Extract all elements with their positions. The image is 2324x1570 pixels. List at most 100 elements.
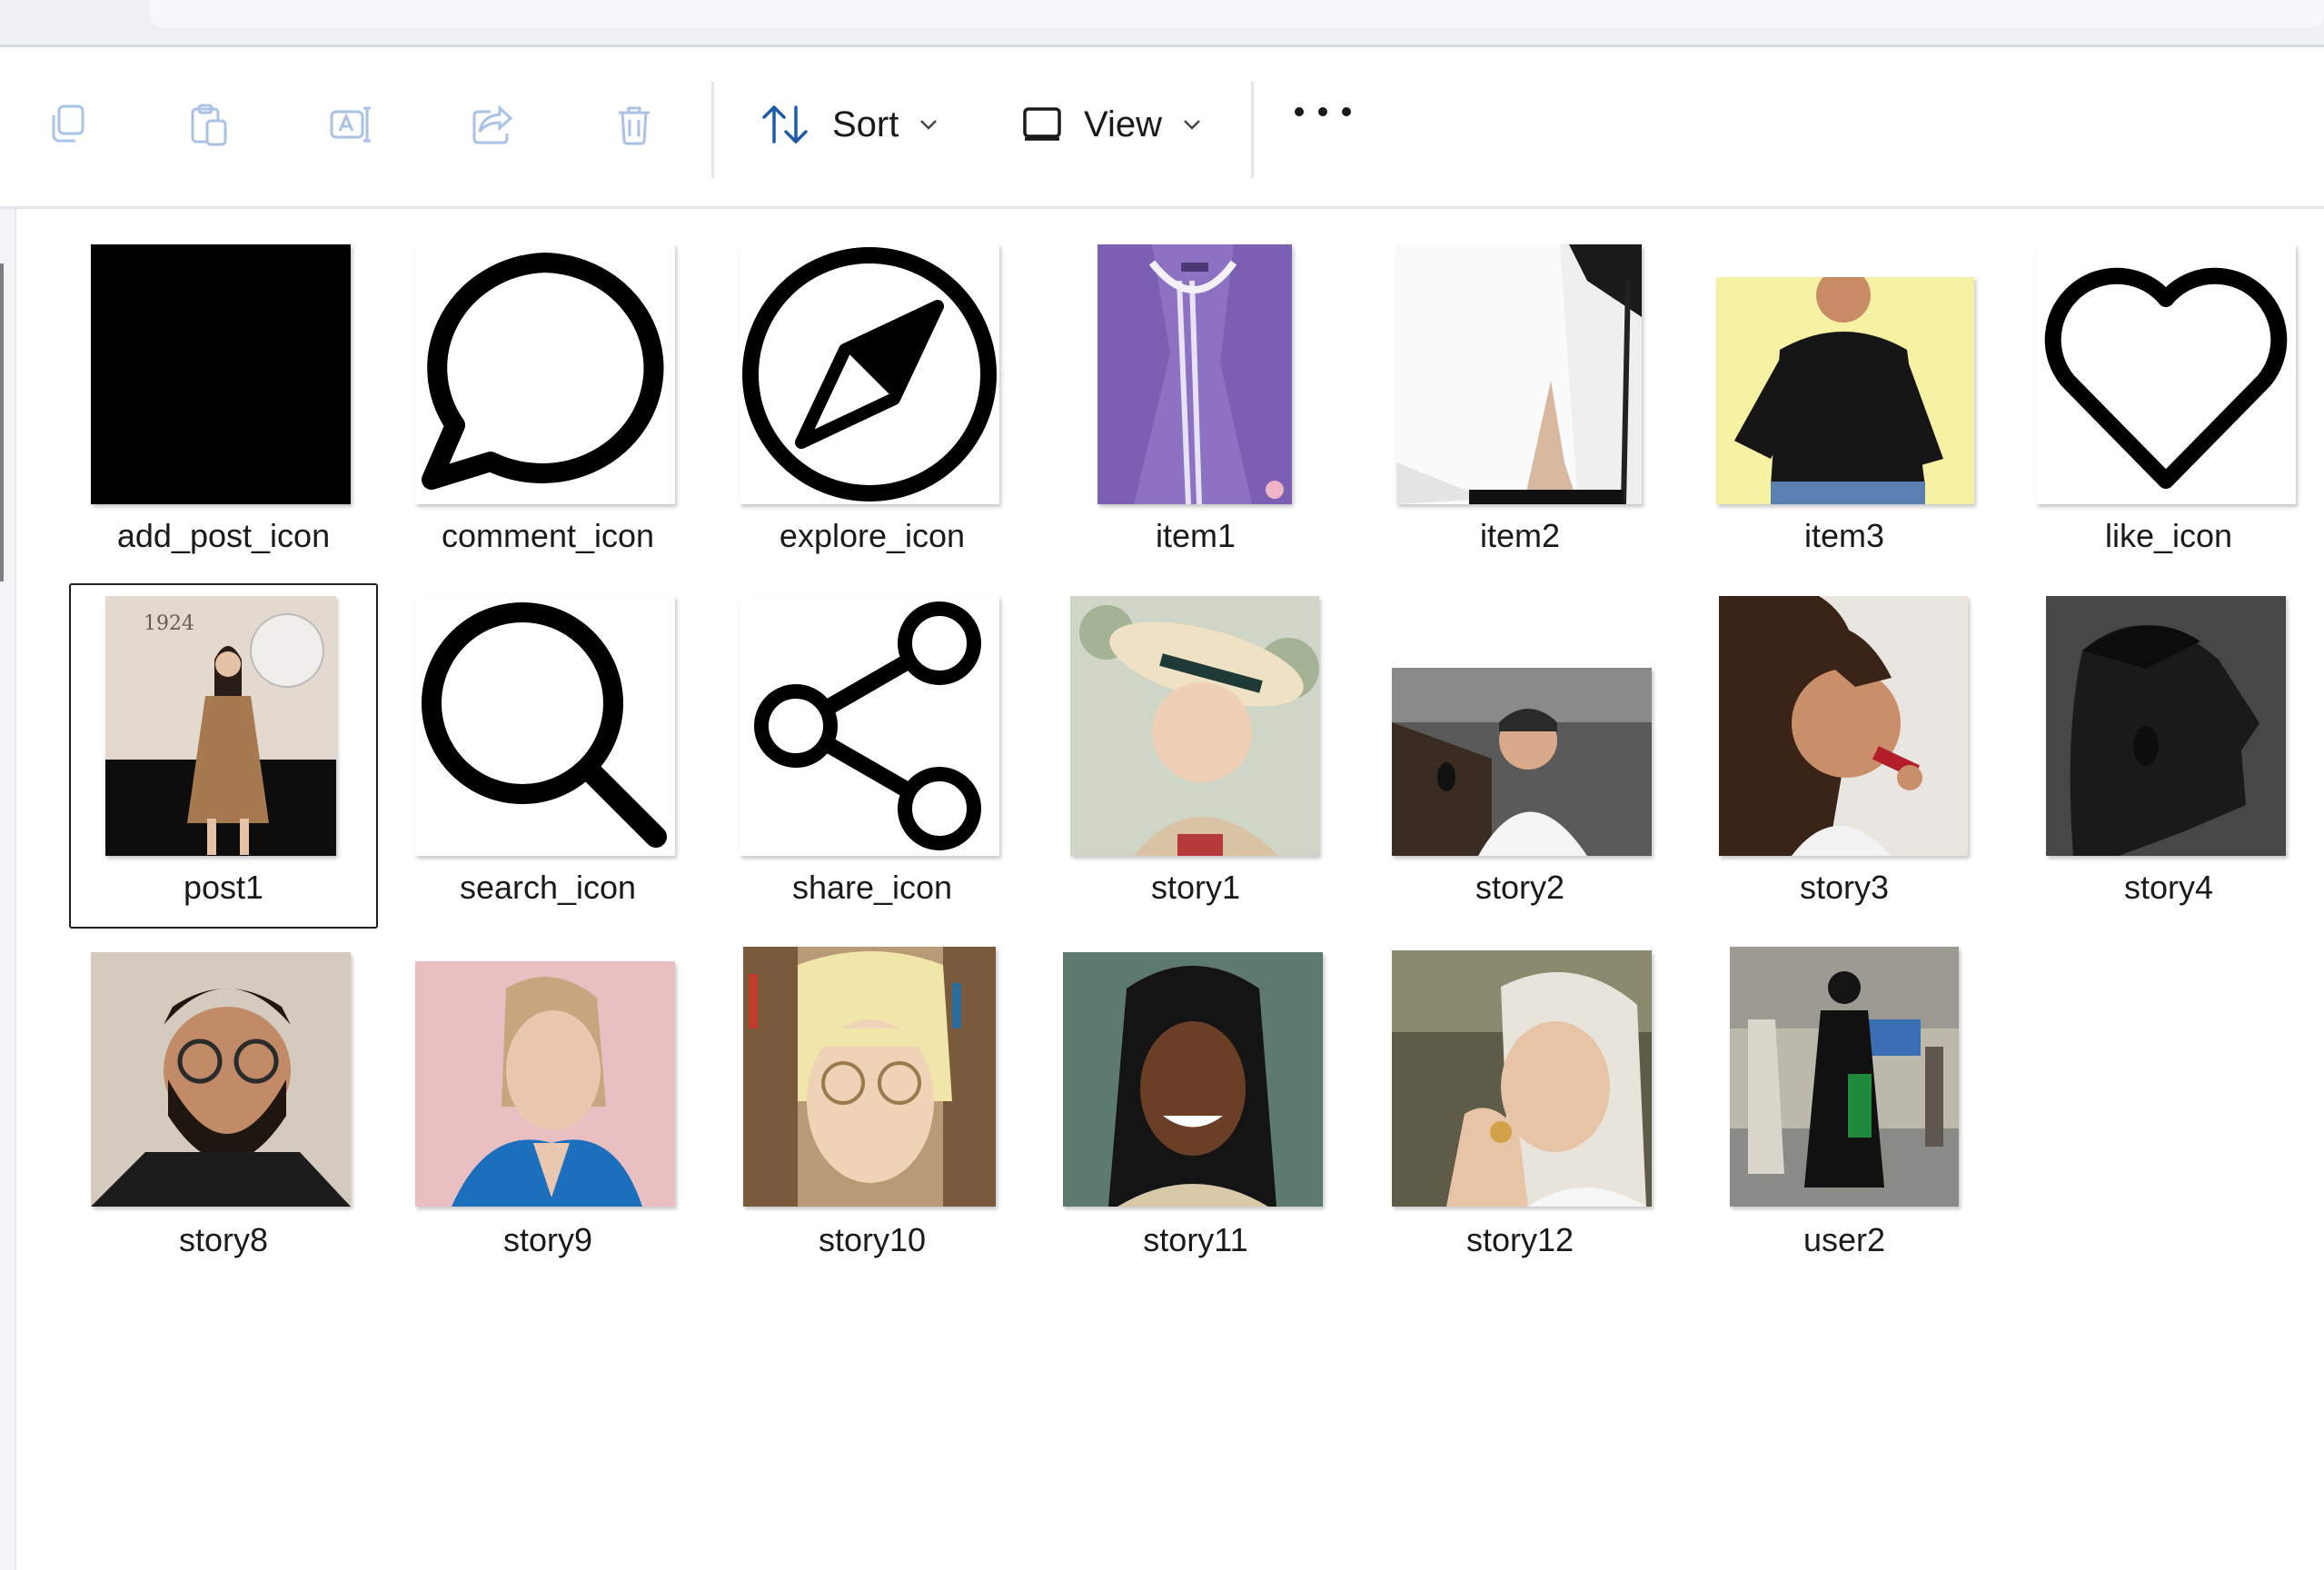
file-thumbnail (2036, 244, 2296, 504)
sort-button[interactable]: Sort (760, 94, 939, 154)
view-icon (1023, 107, 1061, 141)
file-thumbnail (91, 244, 351, 504)
file-thumbnail (740, 244, 999, 504)
file-thumbnail (1070, 596, 1319, 856)
more-options-button[interactable] (1295, 104, 1351, 119)
sort-icon (762, 105, 808, 144)
toolbar-separator (711, 82, 714, 178)
more-icon (1318, 107, 1327, 116)
file-thumbnail (415, 244, 675, 504)
delete-icon (619, 106, 650, 145)
file-thumbnail (1392, 668, 1652, 856)
file-thumbnail (2046, 596, 2286, 856)
photo-story8 (91, 952, 351, 1207)
photo-post1 (105, 596, 336, 856)
photo-jacket-white (1396, 244, 1642, 504)
photo-user2 (1730, 947, 1959, 1207)
file-tile[interactable]: story8 (69, 936, 378, 1281)
heart-icon (2044, 267, 2288, 489)
more-icon (1295, 107, 1304, 116)
view-label: View (1084, 104, 1162, 144)
file-name: user2 (1803, 1221, 1886, 1258)
file-thumbnail (1716, 277, 1974, 504)
file-thumbnail (415, 961, 675, 1207)
navigation-pane-edge[interactable] (0, 209, 16, 1570)
file-name: story12 (1465, 1221, 1574, 1258)
photo-story11 (1063, 952, 1323, 1207)
photo-story4 (2046, 596, 2286, 856)
photo-story10 (743, 947, 996, 1207)
file-tile[interactable]: story3 (1690, 583, 1999, 929)
photo-jacket-black (1716, 277, 1974, 504)
file-tile[interactable]: story10 (718, 936, 1027, 1281)
address-bar[interactable] (150, 0, 2324, 27)
file-thumbnail (1063, 952, 1323, 1207)
compass-icon (742, 247, 997, 502)
file-name: search_icon (459, 869, 637, 906)
file-thumbnail (415, 596, 675, 856)
file-tile[interactable]: story12 (1366, 936, 1674, 1281)
file-tile-selected[interactable]: 1924 post1 (69, 583, 378, 929)
file-name: story4 (2123, 869, 2214, 906)
file-thumbnail (1392, 950, 1652, 1207)
chevron-down-icon (1184, 120, 1200, 130)
rename-icon (330, 106, 371, 143)
rename-button[interactable] (323, 97, 378, 152)
comment-icon (422, 253, 664, 490)
file-tile[interactable]: add_post_icon (69, 232, 378, 577)
file-thumbnail (1730, 947, 1959, 1207)
paste-button[interactable] (182, 97, 236, 152)
file-tile[interactable]: story1 (1041, 583, 1350, 929)
copy-icon (52, 104, 84, 143)
file-name: story8 (178, 1221, 269, 1258)
file-tile[interactable]: explore_icon (718, 232, 1027, 577)
file-tile[interactable]: item3 (1690, 232, 1999, 577)
file-name: item3 (1803, 517, 1885, 554)
search-icon (422, 602, 667, 848)
file-name: item1 (1155, 517, 1236, 554)
file-name: share_icon (791, 869, 953, 906)
copy-button[interactable] (41, 97, 95, 152)
file-name: story3 (1799, 869, 1890, 906)
photo-jacket-purple (1097, 244, 1292, 504)
toolbar-separator (1251, 82, 1254, 178)
file-name: story2 (1475, 869, 1565, 906)
file-tile[interactable]: share_icon (718, 583, 1027, 929)
file-tile[interactable]: search_icon (393, 583, 702, 929)
share-icon (754, 601, 981, 850)
file-tile[interactable]: user2 (1690, 936, 1999, 1281)
file-name: add_post_icon (116, 517, 331, 554)
file-tile[interactable]: story9 (393, 936, 702, 1281)
photo-story1 (1070, 596, 1319, 856)
file-tile[interactable]: story4 (2014, 583, 2323, 929)
file-name: explore_icon (779, 517, 966, 554)
sort-label: Sort (832, 104, 899, 144)
thumbnail-caption: 1924 (144, 612, 194, 635)
paste-icon (191, 104, 227, 146)
file-name: post1 (183, 869, 264, 906)
file-thumbnail (1396, 244, 1642, 504)
photo-story12 (1392, 950, 1652, 1207)
file-thumbnail (91, 952, 351, 1207)
view-button[interactable]: View (1022, 94, 1202, 154)
delete-button[interactable] (607, 97, 661, 152)
file-thumbnail (1719, 596, 1968, 856)
file-name: item2 (1479, 517, 1561, 554)
photo-story2 (1392, 668, 1652, 856)
file-name: story10 (818, 1221, 927, 1258)
file-tile[interactable]: comment_icon (393, 232, 702, 577)
file-tile[interactable]: item1 (1041, 232, 1350, 577)
file-thumbnail (743, 947, 996, 1207)
file-thumbnail (1097, 244, 1292, 504)
share-button[interactable] (465, 97, 520, 152)
command-bar: Sort View (0, 47, 2324, 209)
file-name: like_icon (2104, 517, 2233, 554)
more-icon (1342, 107, 1351, 116)
file-tile[interactable]: item2 (1366, 232, 1674, 577)
file-tile[interactable]: like_icon (2014, 232, 2323, 577)
file-tile[interactable]: story11 (1041, 936, 1350, 1281)
photo-story9 (415, 961, 675, 1207)
file-grid: add_post_icon comment_icon explore_icon (0, 209, 2324, 1570)
file-name: story9 (502, 1221, 593, 1258)
file-tile[interactable]: story2 (1366, 583, 1674, 929)
